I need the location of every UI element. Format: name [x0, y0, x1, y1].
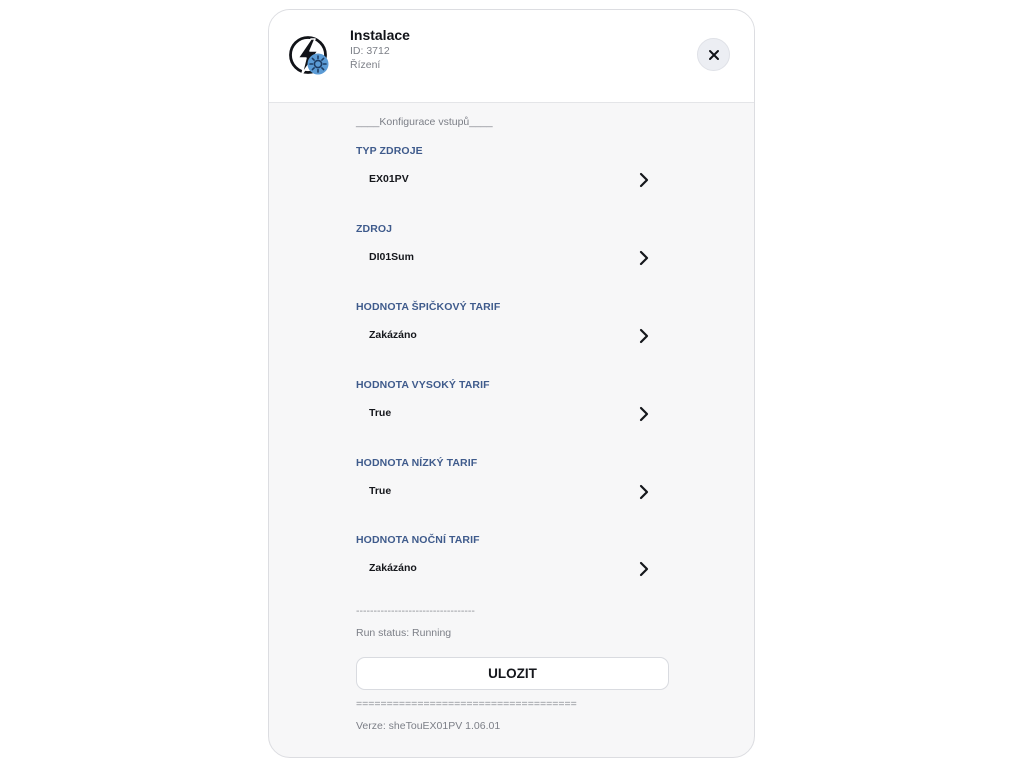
dialog-title: Instalace	[350, 27, 410, 43]
dialog-header: Instalace ID: 3712 Řízení	[269, 10, 754, 103]
field-label-night-tariff: HODNOTA NOČNÍ TARIF	[356, 534, 480, 546]
field-value: True	[369, 407, 392, 419]
chevron-right-icon	[639, 172, 649, 188]
field-row-high-tariff[interactable]: True	[356, 401, 669, 427]
field-row-peak-tariff[interactable]: Zakázáno	[356, 323, 669, 349]
version-text: Verze: sheTouEX01PV 1.06.01	[356, 720, 501, 732]
field-value: DI01Sum	[369, 251, 414, 263]
field-label-high-tariff: HODNOTA VYSOKÝ TARIF	[356, 379, 490, 391]
lightning-gear-icon	[289, 36, 331, 78]
run-status: Run status: Running	[356, 627, 452, 639]
field-label-source: ZDROJ	[356, 223, 393, 235]
chevron-right-icon	[639, 250, 649, 266]
equals-divider: ====================================	[356, 698, 577, 710]
device-id: ID: 3712	[350, 45, 390, 57]
field-label-source-type: TYP ZDROJE	[356, 145, 423, 157]
field-value: True	[369, 485, 392, 497]
chevron-right-icon	[639, 484, 649, 500]
field-row-source[interactable]: DI01Sum	[356, 245, 669, 271]
chevron-right-icon	[639, 561, 649, 577]
installation-dialog: Instalace ID: 3712 Řízení ____Konfigurac…	[268, 9, 755, 758]
close-icon	[708, 49, 719, 60]
section-heading: ____Konfigurace vstupů____	[356, 116, 493, 128]
dialog-subtitle: Řízení	[350, 59, 381, 71]
field-value: Zakázáno	[369, 329, 417, 341]
field-label-low-tariff: HODNOTA NÍZKÝ TARIF	[356, 457, 478, 469]
chevron-right-icon	[639, 328, 649, 344]
field-value: EX01PV	[369, 173, 409, 185]
save-button[interactable]: ULOZIT	[356, 657, 669, 690]
chevron-right-icon	[639, 406, 649, 422]
field-label-peak-tariff: HODNOTA ŠPIČKOVÝ TARIF	[356, 301, 501, 313]
close-button[interactable]	[697, 38, 730, 71]
field-value: Zakázáno	[369, 562, 417, 574]
field-row-night-tariff[interactable]: Zakázáno	[356, 556, 669, 582]
field-row-low-tariff[interactable]: True	[356, 479, 669, 505]
dashed-divider: ----------------------------------	[356, 605, 475, 617]
field-row-source-type[interactable]: EX01PV	[356, 167, 669, 193]
